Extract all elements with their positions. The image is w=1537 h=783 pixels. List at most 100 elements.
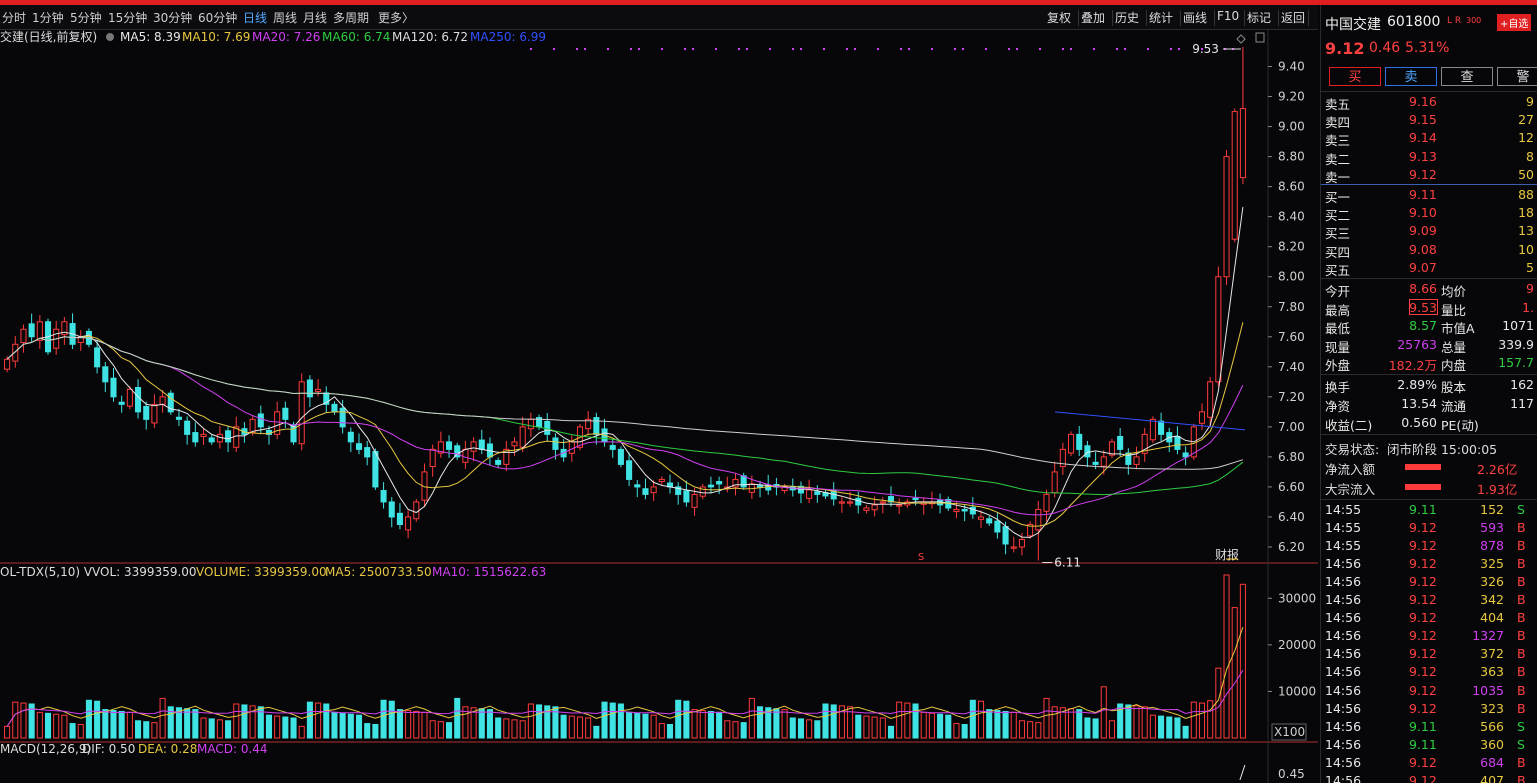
signal-dot [962, 48, 964, 50]
tool-separator [1214, 10, 1215, 26]
volume-bar [945, 714, 952, 739]
volume-bar [315, 702, 322, 739]
tab-period-6[interactable]: 日线 [243, 9, 267, 26]
alert-button[interactable]: 警 [1497, 67, 1537, 86]
tool-button-7[interactable]: 返回 [1281, 9, 1305, 26]
window-icon[interactable] [1255, 32, 1265, 43]
volume-bar [1158, 715, 1165, 739]
sell-button[interactable]: 卖 [1385, 67, 1437, 86]
price-tick-label: 7.20 [1278, 390, 1305, 404]
tab-period-8[interactable]: 月线 [303, 9, 327, 26]
candle-body [650, 486, 657, 494]
candle-body [175, 416, 182, 420]
candle-body [257, 413, 264, 428]
price-tick-label: 7.60 [1278, 330, 1305, 344]
volume-bar [208, 718, 215, 739]
volume-bar [20, 702, 27, 739]
stat-l-4: 外盘 [1325, 358, 1351, 373]
candle-body [1092, 461, 1099, 465]
candle-body [716, 481, 723, 485]
signal-dot [1116, 48, 1118, 50]
tool-button-6[interactable]: 标记 [1247, 9, 1271, 26]
signal-dot [1062, 48, 1064, 50]
volume-bar [1018, 720, 1025, 739]
signal-dot [530, 48, 532, 50]
stock-flags: L R [1447, 16, 1462, 26]
tab-period-3[interactable]: 15分钟 [108, 9, 147, 26]
block-inflow-bar [1405, 484, 1441, 490]
tick-t: 14:56 [1325, 772, 1362, 783]
kline-chart[interactable]: 交建(日线,前复权) MA5: 8.39 MA10: 7.69 MA20: 7.26 M… [0, 30, 1318, 783]
tick-p: 9.12 [1409, 754, 1437, 770]
vol-legend-3: MA10: 1515622.63 [432, 565, 546, 579]
volume-bar [118, 710, 125, 739]
volume-bar [920, 711, 927, 739]
candle-body [339, 407, 346, 428]
tab-period-9[interactable]: 多周期 [333, 9, 369, 26]
tab-period-1[interactable]: 1分钟 [32, 9, 64, 26]
tool-button-3[interactable]: 统计 [1149, 9, 1173, 26]
volume-bar [675, 699, 682, 739]
signal-dot [1070, 48, 1072, 50]
tool-button-5[interactable]: F10 [1217, 9, 1239, 23]
signal-dot [746, 48, 748, 50]
candle-body [634, 484, 641, 488]
volume-bar [683, 700, 690, 739]
tab-period-2[interactable]: 5分钟 [70, 9, 102, 26]
volume-bar [437, 721, 444, 739]
stat2-v2-0: 162 [1510, 377, 1534, 392]
volume-bar [290, 717, 297, 739]
candle-body [1174, 435, 1181, 450]
book-bid-price: 9.08 [1409, 241, 1437, 257]
ma-legend-1: MA10: 7.69 [182, 30, 250, 44]
tab-period-5[interactable]: 60分钟 [198, 9, 237, 26]
volume-bar [12, 701, 19, 739]
tab-period-0[interactable]: 分时 [2, 9, 26, 26]
volume-bar [666, 723, 674, 739]
stat2-l2-1: 流通 [1441, 399, 1467, 414]
signal-dot [823, 48, 825, 50]
tab-period-4[interactable]: 30分钟 [153, 9, 192, 26]
tab-period-7[interactable]: 周线 [273, 9, 297, 26]
buy-button[interactable]: 买 [1329, 67, 1381, 86]
tick-p: 9.11 [1409, 736, 1437, 752]
signal-dot [1124, 48, 1126, 50]
add-favorite-button[interactable]: +自选 [1497, 14, 1532, 31]
candle-body [879, 501, 886, 504]
stat2-l-2: 收益(二) [1325, 418, 1373, 433]
tab-period-10[interactable]: 更多〉 [378, 9, 414, 26]
query-button[interactable]: 查 [1441, 67, 1493, 86]
book-bid-price: 9.09 [1409, 223, 1437, 239]
stat-v-3: 25763 [1397, 336, 1437, 352]
tick-v: 1327 [1472, 628, 1504, 644]
candle-body [847, 501, 854, 504]
vol-legend-2: MA5: 2500733.50 [325, 565, 432, 579]
price-tick-label: 9.20 [1278, 90, 1305, 104]
tool-button-1[interactable]: 叠加 [1081, 9, 1105, 26]
candle-body [20, 328, 27, 343]
signal-dot [985, 48, 987, 50]
book-ask-label: 卖四 [1325, 115, 1351, 131]
volume-bar [380, 699, 387, 739]
candle-body [757, 485, 764, 488]
volume-bar [1125, 704, 1132, 739]
candle-body [871, 504, 878, 511]
tool-button-4[interactable]: 画线 [1183, 9, 1207, 26]
candle-body [953, 508, 960, 513]
tool-button-0[interactable]: 复权 [1047, 9, 1071, 26]
candle-body [143, 405, 150, 420]
stat-v2-2: 1071 [1502, 318, 1534, 333]
candle-body [126, 388, 133, 407]
volume-bar [536, 704, 543, 739]
candle-body [135, 387, 142, 413]
signal-dot [1008, 48, 1010, 50]
legend-toggle-icon[interactable] [106, 33, 114, 41]
volume-bar [642, 713, 649, 739]
candle-body [658, 478, 665, 483]
signal-dot [1093, 48, 1095, 50]
volume-bar [159, 697, 166, 739]
volume-bar [1223, 574, 1230, 739]
tool-button-2[interactable]: 历史 [1115, 9, 1139, 26]
expand-icon[interactable] [1236, 34, 1246, 44]
book-bid-vol: 18 [1518, 205, 1534, 221]
